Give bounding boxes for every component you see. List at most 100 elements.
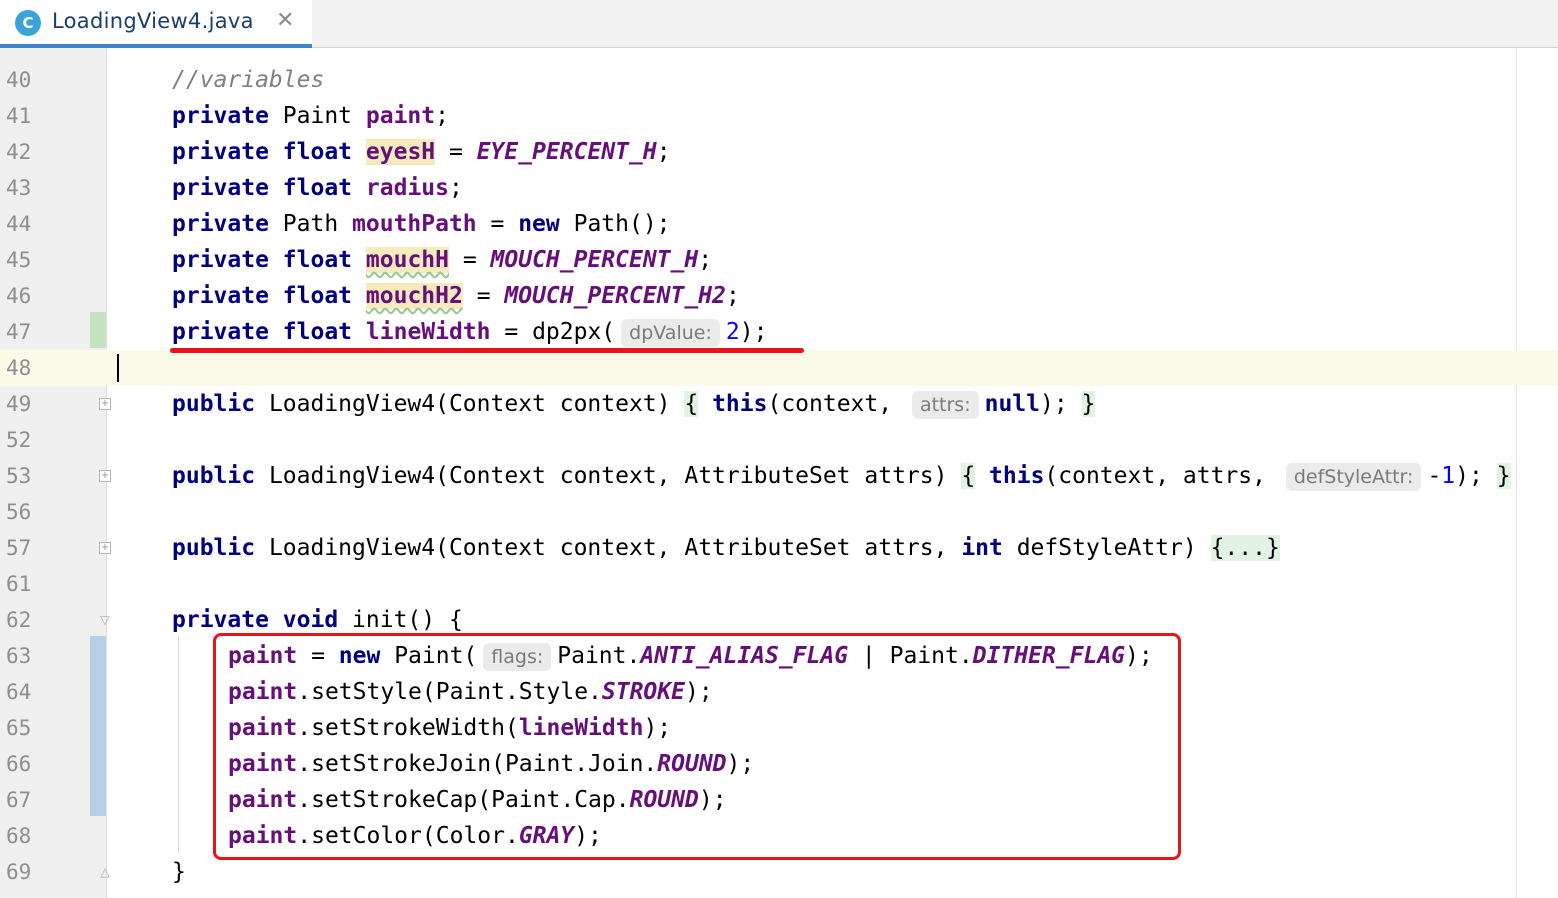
code-token: (context, attrs, <box>1044 463 1280 489</box>
line-number[interactable]: 52 <box>6 422 31 458</box>
line-number[interactable]: 65 <box>6 710 31 746</box>
code-line[interactable]: 61 <box>0 566 1558 602</box>
fold-end-icon[interactable]: △ <box>98 865 112 879</box>
code-token: Paint <box>268 103 366 129</box>
line-number[interactable]: 66 <box>6 746 31 782</box>
code-token: public <box>172 535 256 561</box>
line-number[interactable]: 56 <box>6 494 31 530</box>
code-token: this <box>712 391 768 417</box>
tab-loadingview4-java[interactable]: C LoadingView4.java ✕ <box>0 0 312 48</box>
code-token: //variables <box>172 67 325 93</box>
close-icon[interactable]: ✕ <box>276 8 294 33</box>
vcs-modified-marker[interactable] <box>90 636 106 816</box>
annotation-underline <box>170 348 804 353</box>
code-token: } <box>1496 463 1511 489</box>
fold-expand-icon[interactable]: + <box>99 398 111 410</box>
indent-guide <box>178 636 179 852</box>
code-line[interactable]: 41 private Paint paint; <box>0 98 1558 134</box>
fold-collapse-icon[interactable]: ▽ <box>98 613 112 627</box>
line-number[interactable]: 45 <box>6 242 31 278</box>
code-token: defStyleAttr) <box>1002 535 1211 561</box>
line-number[interactable]: 57 <box>6 530 31 566</box>
code-token: {...} <box>1210 535 1280 561</box>
code-token: Path(); <box>559 211 671 237</box>
line-number[interactable]: 49 <box>6 386 31 422</box>
code-text: //variables <box>172 62 324 98</box>
tab-filename: LoadingView4.java <box>52 9 254 33</box>
code-token: } <box>1081 391 1096 417</box>
code-token: ; <box>656 139 671 165</box>
code-token: float <box>282 319 353 345</box>
line-number[interactable]: 53 <box>6 458 31 494</box>
line-number[interactable]: 67 <box>6 782 31 818</box>
code-token: float <box>282 139 353 165</box>
code-line[interactable]: 45 private float mouchH = MOUCH_PERCENT_H… <box>0 242 1558 278</box>
code-token: = <box>476 211 519 237</box>
code-text: } <box>172 854 186 890</box>
code-token: null <box>984 391 1040 417</box>
line-number[interactable]: 42 <box>6 134 31 170</box>
code-token: private <box>172 103 269 129</box>
code-token: radius <box>365 175 449 201</box>
line-number[interactable]: 43 <box>6 170 31 206</box>
code-token: lineWidth <box>365 319 491 345</box>
code-line[interactable]: 57 + public LoadingView4(Context context, … <box>0 530 1558 566</box>
line-number[interactable]: 47 <box>6 314 31 350</box>
line-number[interactable]: 41 <box>6 98 31 134</box>
code-token: void <box>282 607 339 633</box>
fold-expand-icon[interactable]: + <box>99 470 111 482</box>
line-number[interactable]: 69 <box>6 854 31 890</box>
line-number[interactable]: 61 <box>6 566 31 602</box>
code-line[interactable]: 42 private float eyesH = EYE_PERCENT_H; <box>0 134 1558 170</box>
code-line[interactable]: 52 <box>0 422 1558 458</box>
code-token: MOUCH_PERCENT_H <box>490 247 699 273</box>
code-token: private <box>172 139 269 165</box>
code-token: = <box>449 247 491 273</box>
code-line[interactable]: 48 <box>0 350 1558 386</box>
vcs-added-marker[interactable] <box>90 312 106 348</box>
code-token: { <box>684 391 699 417</box>
code-line[interactable]: 44 private Path mouthPath = new Path(); <box>0 206 1558 242</box>
code-token: float <box>282 283 353 309</box>
parameter-hint: defStyleAttr: <box>1285 463 1422 491</box>
line-number[interactable]: 62 <box>6 602 31 638</box>
code-line[interactable]: 49 + public LoadingView4(Context context) … <box>0 386 1558 422</box>
code-token: mouthPath <box>352 211 477 237</box>
code-token: = dp2px( <box>490 319 616 345</box>
code-line[interactable]: 46 private float mouchH2 = MOUCH_PERCENT_… <box>0 278 1558 314</box>
line-number[interactable]: 46 <box>6 278 31 314</box>
code-line[interactable]: 53 + public LoadingView4(Context context, … <box>0 458 1558 494</box>
code-line[interactable]: 47 private float lineWidth = dp2px(dpValu… <box>0 314 1558 350</box>
line-number[interactable]: 64 <box>6 674 31 710</box>
code-token: float <box>282 247 353 273</box>
code-token: eyesH <box>365 139 436 165</box>
line-number[interactable]: 48 <box>6 350 31 386</box>
parameter-hint: dpValue: <box>621 319 720 347</box>
code-token: paint <box>365 103 436 129</box>
code-text: private float eyesH = EYE_PERCENT_H; <box>172 134 671 170</box>
line-number[interactable]: 44 <box>6 206 31 242</box>
code-token: ); <box>739 319 768 345</box>
code-token: mouchH2 <box>365 283 463 309</box>
code-line[interactable]: 43 private float radius; <box>0 170 1558 206</box>
code-token: ); <box>1040 391 1082 417</box>
code-token: private <box>172 283 269 309</box>
code-line[interactable]: 40 //variables <box>0 62 1558 98</box>
line-number[interactable]: 40 <box>6 62 31 98</box>
code-token: public <box>172 391 256 417</box>
fold-expand-icon[interactable]: + <box>99 542 111 554</box>
editor-tab-bar: C LoadingView4.java ✕ <box>0 0 1558 48</box>
line-number[interactable]: 63 <box>6 638 31 674</box>
code-text: public LoadingView4(Context context, Att… <box>172 530 1280 566</box>
text-caret <box>117 354 119 382</box>
line-number[interactable]: 68 <box>6 818 31 854</box>
code-token: ); <box>1455 463 1497 489</box>
code-token: = <box>462 283 505 309</box>
code-line[interactable]: 56 <box>0 494 1558 530</box>
